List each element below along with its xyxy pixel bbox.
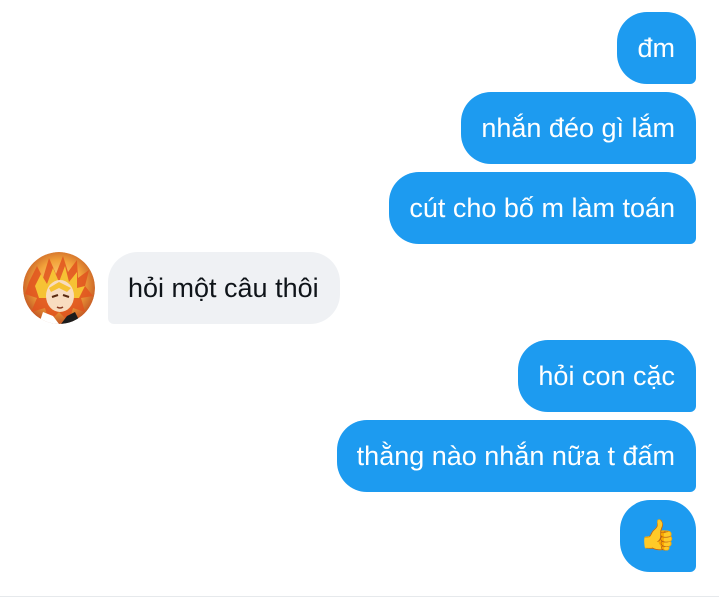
divider [0, 596, 719, 597]
message-text: hỏi con cặc [538, 360, 675, 391]
message-text: hỏi một câu thôi [128, 272, 319, 303]
message-text: đm [637, 32, 675, 63]
message-text: cút cho bố m làm toán [409, 192, 675, 223]
sent-message[interactable]: hỏi con cặc [518, 340, 696, 412]
sent-message[interactable]: cút cho bố m làm toán [389, 172, 696, 244]
message-text: thằng nào nhắn nữa t đấm [356, 440, 675, 471]
contact-avatar[interactable] [23, 252, 95, 324]
sent-message[interactable]: đm [617, 12, 696, 84]
avatar-image [23, 252, 95, 324]
received-message[interactable]: hỏi một câu thôi [108, 252, 340, 324]
sent-message[interactable]: thằng nào nhắn nữa t đấm [336, 420, 696, 492]
sent-message[interactable]: nhắn đéo gì lắm [461, 92, 696, 164]
message-text: nhắn đéo gì lắm [481, 112, 675, 143]
sent-emoji-message[interactable]: 👍 [620, 500, 696, 572]
thumbs-up-icon: 👍 [639, 519, 677, 552]
